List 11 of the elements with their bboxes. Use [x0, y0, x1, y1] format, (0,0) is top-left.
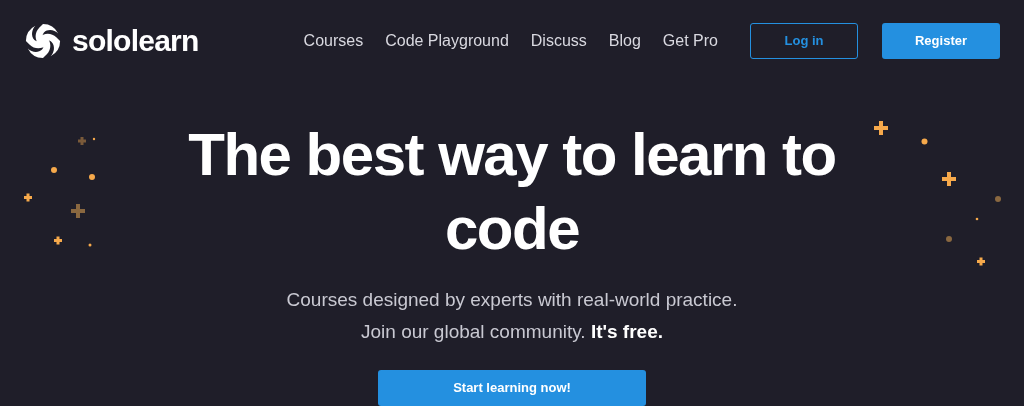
nav-link[interactable]: Blog — [608, 29, 641, 53]
nav-link[interactable]: Discuss — [530, 29, 587, 53]
hero-subtitle: Courses designed by experts with real-world practice. — [286, 288, 738, 312]
swirl-logo-icon — [24, 22, 62, 60]
hero-subtitle: Join our global community. It's free. — [361, 320, 663, 344]
nav-link[interactable]: Get Pro — [662, 29, 718, 53]
nav-link[interactable]: Code Playground — [385, 29, 509, 53]
brand-name: sololearn — [72, 26, 199, 56]
login-button[interactable]: Log in — [750, 23, 858, 59]
nav-link[interactable]: Courses — [303, 29, 364, 53]
hero-heading: The best way to learn to code — [187, 120, 837, 264]
